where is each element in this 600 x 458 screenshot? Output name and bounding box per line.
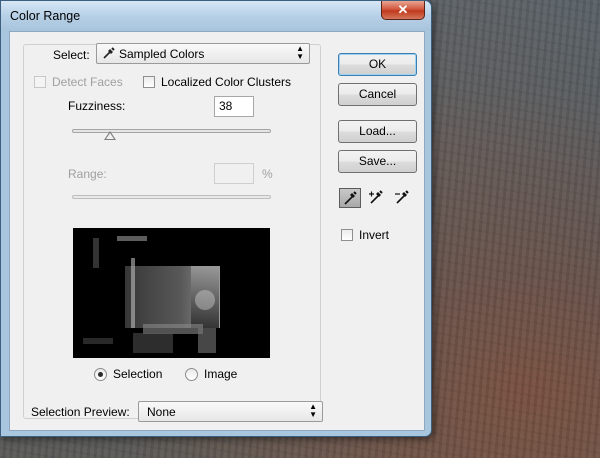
cancel-button[interactable]: Cancel: [338, 83, 417, 106]
select-label: Select:: [53, 48, 90, 62]
localized-clusters-label: Localized Color Clusters: [161, 75, 292, 89]
add-to-sample-tool-button[interactable]: [366, 188, 388, 208]
selection-radio-label: Selection: [113, 367, 163, 381]
range-unit: %: [262, 167, 273, 181]
select-dropdown[interactable]: Sampled Colors ▲ ▼: [96, 43, 310, 64]
selection-preview-dropdown[interactable]: None ▲ ▼: [138, 401, 323, 422]
selection-preview-image: [73, 228, 270, 358]
chevron-updown-icon: ▲ ▼: [309, 402, 317, 419]
range-input[interactable]: [214, 163, 254, 184]
range-slider-track[interactable]: [72, 195, 271, 199]
detect-faces-label: Detect Faces: [52, 75, 123, 89]
eyedropper-minus-icon: [395, 190, 409, 204]
close-button[interactable]: ✕: [381, 1, 425, 20]
selection-radio[interactable]: [94, 368, 107, 381]
fuzziness-slider-track[interactable]: [72, 129, 271, 133]
ok-button[interactable]: OK: [338, 53, 417, 76]
localized-clusters-checkbox[interactable]: [143, 76, 155, 88]
load-button[interactable]: Load...: [338, 120, 417, 143]
range-label: Range:: [68, 167, 107, 181]
window-title: Color Range: [10, 9, 81, 23]
detect-faces-checkbox[interactable]: [34, 76, 46, 88]
fuzziness-slider-thumb[interactable]: [103, 131, 116, 140]
close-icon: ✕: [397, 2, 409, 17]
fuzziness-label: Fuzziness:: [68, 99, 126, 113]
subtract-from-sample-tool-button[interactable]: [392, 188, 414, 208]
color-range-dialog: Color Range ✕ Select: Sampled Colors ▲ ▼ …: [0, 0, 432, 437]
eyedropper-plus-icon: [369, 190, 383, 204]
eyedropper-icon: [102, 46, 116, 63]
chevron-updown-icon: ▲ ▼: [296, 44, 304, 61]
selection-preview-value: None: [147, 405, 176, 419]
eyedropper-icon: [344, 191, 357, 205]
save-button[interactable]: Save...: [338, 150, 417, 173]
invert-label: Invert: [359, 228, 390, 242]
fuzziness-input[interactable]: 38: [214, 96, 254, 117]
select-value: Sampled Colors: [119, 47, 205, 61]
dialog-body: Select: Sampled Colors ▲ ▼ Detect Faces L…: [9, 31, 425, 431]
image-radio-label: Image: [204, 367, 238, 381]
invert-checkbox[interactable]: [341, 229, 353, 241]
selection-preview-label: Selection Preview:: [31, 405, 130, 419]
image-radio[interactable]: [185, 368, 198, 381]
eyedropper-tool-button[interactable]: [339, 188, 361, 208]
title-bar[interactable]: Color Range: [1, 1, 431, 31]
